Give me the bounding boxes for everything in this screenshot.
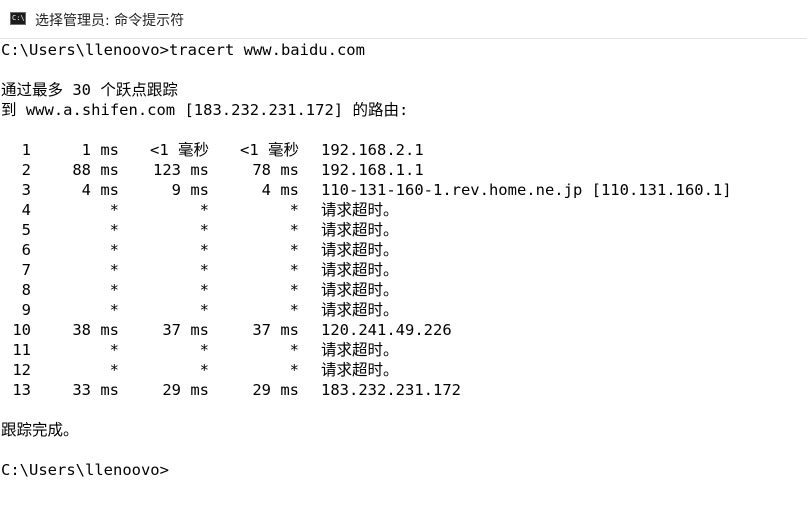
- hop-number: 8: [21, 281, 31, 299]
- hop-time-1: *: [109, 281, 119, 299]
- hop-time-3: *: [289, 361, 299, 379]
- console-output[interactable]: C:\Users\llenoovo>tracert www.baidu.com …: [0, 40, 807, 493]
- hop-host: 请求超时。: [321, 361, 399, 379]
- trace-header-line-2: 到 www.a.shifen.com [183.232.231.172] 的路由…: [1, 101, 409, 119]
- hop-time-3: *: [289, 261, 299, 279]
- command-line: C:\Users\llenoovo>tracert www.baidu.com: [1, 41, 365, 59]
- hop-row: 10 38 ms 37 ms 37 ms 120.241.49.226: [1, 320, 451, 340]
- hop-time-3: *: [289, 241, 299, 259]
- hop-row: 9 * * * 请求超时。: [1, 300, 399, 320]
- hop-time-2: 29 ms: [162, 381, 209, 399]
- hop-number: 4: [21, 201, 31, 219]
- hop-host: 请求超时。: [321, 301, 399, 319]
- hop-time-3: *: [289, 201, 299, 219]
- hop-time-3: 4 ms: [261, 181, 299, 199]
- hop-time-2: *: [199, 281, 209, 299]
- hop-row: 13 33 ms 29 ms 29 ms 183.232.231.172: [1, 380, 461, 400]
- hop-time-2: 37 ms: [162, 321, 209, 339]
- hop-time-1: 1 ms: [81, 141, 119, 159]
- hop-time-1: *: [109, 301, 119, 319]
- hop-row: 7 * * * 请求超时。: [1, 260, 399, 280]
- hop-time-1: 88 ms: [72, 161, 119, 179]
- hop-host: 110-131-160-1.rev.home.ne.jp [110.131.16…: [321, 181, 732, 199]
- hop-time-2: *: [199, 341, 209, 359]
- title-bar[interactable]: C:\ 选择管理员: 命令提示符: [0, 0, 807, 39]
- hop-number: 11: [12, 341, 31, 359]
- hop-number: 7: [21, 261, 31, 279]
- hop-time-3: *: [289, 301, 299, 319]
- hop-time-2: *: [199, 301, 209, 319]
- hop-host: 请求超时。: [321, 241, 399, 259]
- hop-time-3: 37 ms: [252, 321, 299, 339]
- hop-number: 2: [21, 161, 31, 179]
- hop-time-1: *: [109, 241, 119, 259]
- hop-number: 12: [12, 361, 31, 379]
- hop-time-1: *: [109, 201, 119, 219]
- hop-time-2: *: [199, 361, 209, 379]
- hop-row: 4 * * * 请求超时。: [1, 200, 399, 220]
- hop-row: 12 * * * 请求超时。: [1, 360, 398, 380]
- command-prompt[interactable]: C:\Users\llenoovo>: [1, 460, 169, 480]
- hop-time-3: 29 ms: [252, 381, 299, 399]
- hop-row: 2 88 ms 123 ms 78 ms 192.168.1.1: [1, 160, 424, 180]
- hop-time-3: *: [289, 341, 299, 359]
- hop-time-3: *: [289, 221, 299, 239]
- trace-header-line-1: 通过最多 30 个跃点跟踪: [1, 81, 178, 99]
- hop-number: 6: [21, 241, 31, 259]
- hop-row: 8 * * * 请求超时。: [1, 280, 399, 300]
- hop-host: 请求超时。: [321, 201, 399, 219]
- hop-host: 183.232.231.172: [321, 381, 461, 399]
- hop-number: 10: [12, 321, 31, 339]
- hop-number: 1: [21, 141, 31, 159]
- hop-time-2: *: [199, 241, 209, 259]
- hop-host: 120.241.49.226: [321, 321, 452, 339]
- hop-time-3: *: [289, 281, 299, 299]
- hop-time-3: 78 ms: [252, 161, 299, 179]
- hop-time-1: *: [109, 261, 119, 279]
- hop-number: 5: [21, 221, 31, 239]
- hop-host: 192.168.2.1: [321, 141, 424, 159]
- hop-time-1: *: [109, 361, 119, 379]
- hop-number: 3: [21, 181, 31, 199]
- hop-host: 请求超时。: [321, 341, 399, 359]
- hop-row: 3 4 ms 9 ms 4 ms 110-131-160-1.rev.home.…: [1, 180, 732, 200]
- hop-number: 9: [21, 301, 31, 319]
- hop-host: 请求超时。: [321, 221, 399, 239]
- hop-number: 13: [12, 381, 31, 399]
- hop-time-1: *: [109, 341, 119, 359]
- hop-time-2: *: [199, 221, 209, 239]
- hop-time-2: *: [199, 261, 209, 279]
- hop-time-2: <1 毫秒: [150, 141, 209, 159]
- hop-time-1: 4 ms: [81, 181, 119, 199]
- hop-time-2: *: [199, 201, 209, 219]
- hop-host: 请求超时。: [321, 261, 399, 279]
- hop-row: 11 * * * 请求超时。: [1, 340, 398, 360]
- hop-time-3: <1 毫秒: [240, 141, 299, 159]
- cmd-icon: C:\: [10, 12, 26, 25]
- hop-host: 请求超时。: [321, 281, 399, 299]
- trace-complete-message: 跟踪完成。: [1, 421, 79, 439]
- hop-time-1: 33 ms: [72, 381, 119, 399]
- hop-time-2: 9 ms: [171, 181, 209, 199]
- hop-row: 5 * * * 请求超时。: [1, 220, 399, 240]
- hop-row: 1 1 ms <1 毫秒 <1 毫秒 192.168.2.1: [1, 140, 424, 160]
- hop-row: 6 * * * 请求超时。: [1, 240, 399, 260]
- hop-time-1: *: [109, 221, 119, 239]
- hop-time-2: 123 ms: [153, 161, 209, 179]
- hop-time-1: 38 ms: [72, 321, 119, 339]
- hop-host: 192.168.1.1: [321, 161, 424, 179]
- command-prompt-window: C:\ 选择管理员: 命令提示符 C:\Users\llenoovo>trace…: [0, 0, 807, 493]
- window-title: 选择管理员: 命令提示符: [35, 13, 185, 29]
